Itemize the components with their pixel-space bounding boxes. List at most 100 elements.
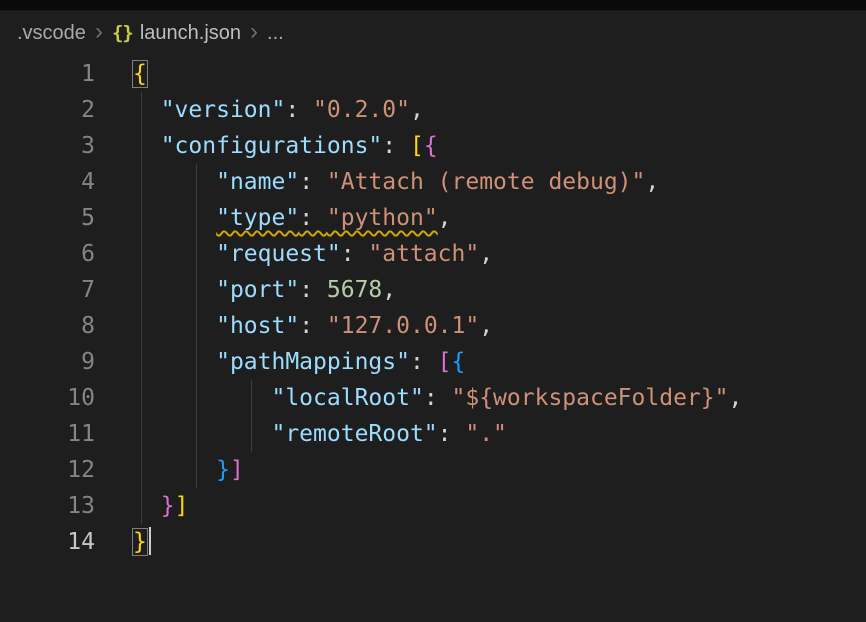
code-editor[interactable]: 1{2 "version": "0.2.0",3 "configurations… (0, 55, 866, 560)
code-token: , (382, 277, 396, 303)
line-number[interactable]: 7 (0, 272, 95, 308)
code-token: "pathMappings" (216, 349, 410, 375)
code-token: } (216, 457, 230, 483)
code-token: "attach" (368, 241, 479, 267)
line-content[interactable]: "pathMappings": [{ (95, 344, 866, 380)
line-content[interactable]: "name": "Attach (remote debug)", (95, 164, 866, 200)
code-line[interactable]: 13 }] (0, 488, 866, 524)
code-token: "0.2.0" (313, 97, 410, 123)
line-content[interactable]: "version": "0.2.0", (95, 92, 866, 128)
line-content[interactable]: }] (95, 488, 866, 524)
line-number[interactable]: 8 (0, 308, 95, 344)
code-token: : (299, 313, 327, 339)
code-token: { (452, 349, 466, 375)
code-line[interactable]: 5 "type": "python", (0, 200, 866, 236)
code-token: 5678 (327, 277, 382, 303)
code-token: } (161, 493, 175, 519)
line-content[interactable]: }] (95, 452, 866, 488)
indent-guide (141, 344, 142, 380)
indent-guide (196, 236, 197, 272)
code-token: } (133, 529, 147, 555)
line-number[interactable]: 4 (0, 164, 95, 200)
indent-guide (196, 200, 197, 236)
code-token: "localRoot" (271, 385, 423, 411)
indent-guide (196, 164, 197, 200)
line-content[interactable]: "configurations": [{ (95, 128, 866, 164)
code-token (133, 205, 216, 231)
code-line[interactable]: 3 "configurations": [{ (0, 128, 866, 164)
indent-guide (141, 272, 142, 308)
code-token: , (438, 205, 452, 231)
code-token: "python" (327, 205, 438, 231)
line-content[interactable]: "host": "127.0.0.1", (95, 308, 866, 344)
code-line[interactable]: 2 "version": "0.2.0", (0, 92, 866, 128)
code-token (133, 169, 216, 195)
code-token: "configurations" (161, 133, 383, 159)
line-content[interactable]: "port": 5678, (95, 272, 866, 308)
code-token: , (479, 241, 493, 267)
json-file-icon: {} (112, 22, 133, 44)
indent-guide (141, 416, 142, 452)
breadcrumb: .vscode › {} launch.json › ... (0, 11, 866, 55)
code-line[interactable]: 1{ (0, 56, 866, 92)
code-token: "request" (216, 241, 341, 267)
line-number[interactable]: 11 (0, 416, 95, 452)
indent-guide (196, 272, 197, 308)
line-number[interactable]: 12 (0, 452, 95, 488)
code-token: "name" (216, 169, 299, 195)
code-token: "host" (216, 313, 299, 339)
code-line[interactable]: 10 "localRoot": "${workspaceFolder}", (0, 380, 866, 416)
line-number[interactable]: 6 (0, 236, 95, 272)
line-content[interactable]: } (95, 524, 866, 560)
code-token: "${workspaceFolder}" (452, 385, 729, 411)
line-number[interactable]: 13 (0, 488, 95, 524)
code-line[interactable]: 7 "port": 5678, (0, 272, 866, 308)
indent-guide (196, 416, 197, 452)
code-line[interactable]: 9 "pathMappings": [{ (0, 344, 866, 380)
line-number[interactable]: 3 (0, 128, 95, 164)
line-content[interactable]: "type": "python", (95, 200, 866, 236)
code-token: , (410, 97, 424, 123)
code-token: { (133, 61, 147, 87)
indent-guide (141, 92, 142, 128)
code-token: : (382, 133, 410, 159)
code-token: "type" (216, 205, 299, 231)
code-line[interactable]: 8 "host": "127.0.0.1", (0, 308, 866, 344)
line-content[interactable]: "request": "attach", (95, 236, 866, 272)
code-token: : (299, 277, 327, 303)
indent-guide (141, 200, 142, 236)
code-token: "." (465, 421, 507, 447)
line-number[interactable]: 1 (0, 56, 95, 92)
line-content[interactable]: { (95, 56, 866, 92)
code-token (133, 493, 161, 519)
chevron-right-icon: › (95, 20, 103, 44)
code-token: : (341, 241, 369, 267)
code-line[interactable]: 6 "request": "attach", (0, 236, 866, 272)
top-bar (0, 0, 866, 11)
code-token (133, 97, 161, 123)
line-content[interactable]: "remoteRoot": "." (95, 416, 866, 452)
code-line[interactable]: 4 "name": "Attach (remote debug)", (0, 164, 866, 200)
indent-guide (196, 380, 197, 416)
code-line[interactable]: 14} (0, 524, 866, 560)
breadcrumb-folder[interactable]: .vscode (17, 22, 86, 45)
breadcrumb-symbol-more[interactable]: ... (267, 22, 284, 45)
code-token (133, 457, 216, 483)
line-number[interactable]: 2 (0, 92, 95, 128)
line-number[interactable]: 14 (0, 524, 95, 560)
code-token (133, 133, 161, 159)
line-number[interactable]: 9 (0, 344, 95, 380)
indent-guide (196, 308, 197, 344)
code-token: "remoteRoot" (271, 421, 437, 447)
code-token: : (299, 205, 327, 231)
code-line[interactable]: 12 }] (0, 452, 866, 488)
indent-guide (251, 416, 252, 452)
code-line[interactable]: 11 "remoteRoot": "." (0, 416, 866, 452)
indent-guide (141, 236, 142, 272)
breadcrumb-file[interactable]: launch.json (140, 22, 241, 45)
code-token: [ (438, 349, 452, 375)
code-token: "127.0.0.1" (327, 313, 479, 339)
line-number[interactable]: 10 (0, 380, 95, 416)
line-number[interactable]: 5 (0, 200, 95, 236)
line-content[interactable]: "localRoot": "${workspaceFolder}", (95, 380, 866, 416)
